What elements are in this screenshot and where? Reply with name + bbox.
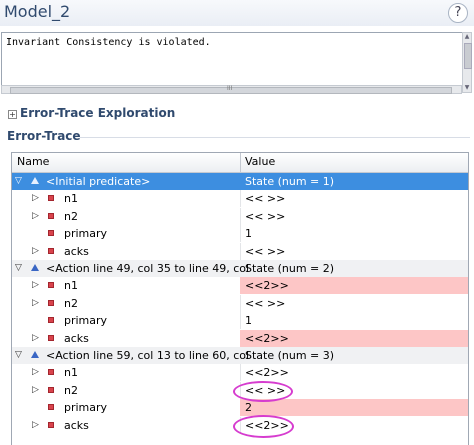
table-row-variable[interactable]: ▷ n1 <<2>> <box>12 364 468 382</box>
annotation-circle <box>233 415 294 438</box>
variable-icon <box>48 421 54 428</box>
variable-value-cell: 1 <box>240 312 468 329</box>
scroll-thumb[interactable] <box>464 43 472 69</box>
state-name: <Initial predicate> <box>46 175 151 188</box>
variable-value: << >> <box>245 296 286 310</box>
table-row-variable[interactable]: primary 2 <box>12 399 468 417</box>
state-icon <box>31 264 39 271</box>
variable-icon <box>48 334 54 341</box>
state-value: State (num = 3) <box>245 349 335 362</box>
variable-value: 2 <box>245 401 252 415</box>
scroll-down-icon[interactable]: ▼ <box>463 84 471 92</box>
variable-icon <box>48 386 54 393</box>
variable-value: <<2>> <box>245 279 289 293</box>
variable-value-cell: << >> <box>240 190 468 207</box>
variable-value-cell: <<2>> <box>240 329 468 347</box>
page-title: Model_2 <box>4 2 71 21</box>
table-row-variable[interactable]: ▷ n2 << >> <box>12 294 468 312</box>
column-divider[interactable] <box>240 153 241 172</box>
variable-value-cell: << >> <box>240 208 468 225</box>
expand-arrow-icon[interactable]: ▷ <box>32 281 39 290</box>
variable-value: <<2>> <box>245 331 289 345</box>
table-row-variable[interactable]: ▷ acks <<2>> <box>12 329 468 347</box>
table-row-variable[interactable]: ▷ n1 << >> <box>12 190 468 208</box>
variable-value-cell: <<2>> <box>240 277 468 295</box>
variable-value: 1 <box>245 314 252 328</box>
state-name: <Action line 49, col 35 to line 49, col <box>46 262 250 275</box>
variable-value: << >> <box>245 244 286 258</box>
state-name: <Action line 59, col 13 to line 60, col <box>46 349 250 362</box>
table-row-state[interactable]: ▽ <Initial predicate> State (num = 1) <box>12 173 468 190</box>
annotation-circle <box>233 381 293 402</box>
state-value-cell: State (num = 1) <box>240 173 468 190</box>
state-value: State (num = 1) <box>245 175 335 188</box>
variable-value: << >> <box>245 192 286 206</box>
error-message-text: Invariant Consistency is violated. <box>6 37 211 48</box>
variable-icon <box>48 230 54 237</box>
expand-icon[interactable]: + <box>8 110 17 119</box>
table-row-state[interactable]: ▽ <Action line 49, col 35 to line 49, col… <box>12 260 468 277</box>
state-icon <box>31 177 39 184</box>
title-bar: Model_2 ? <box>0 0 474 26</box>
variable-icon <box>48 404 54 411</box>
expand-arrow-icon[interactable]: ▷ <box>32 194 39 203</box>
collapse-icon[interactable]: ▽ <box>15 264 22 273</box>
table-row-variable[interactable]: ▷ acks << >> <box>12 242 468 260</box>
table-row-variable[interactable]: primary 1 <box>12 312 468 330</box>
variable-icon <box>48 317 54 324</box>
expand-arrow-icon[interactable]: ▷ <box>32 211 39 221</box>
table-header: Name Value <box>12 153 468 173</box>
error-trace-exploration-section[interactable]: + Error-Trace Exploration <box>0 104 474 126</box>
variable-value-cell: 2 <box>240 399 468 417</box>
collapse-icon[interactable]: ▽ <box>15 351 22 360</box>
expand-arrow-icon[interactable]: ▷ <box>32 333 39 343</box>
state-icon <box>31 351 39 358</box>
expand-arrow-icon[interactable]: ▷ <box>32 246 39 256</box>
error-trace-exploration-label[interactable]: Error-Trace Exploration <box>20 106 175 120</box>
variable-icon <box>48 212 54 219</box>
error-trace-label: Error-Trace <box>7 129 81 143</box>
expand-arrow-icon[interactable]: ▷ <box>32 385 39 395</box>
message-horizontal-scrollbar[interactable]: III <box>1 85 462 94</box>
error-message-box[interactable]: Invariant Consistency is violated. <box>1 32 464 93</box>
collapse-icon[interactable]: ▽ <box>15 177 22 186</box>
variable-value-cell: << >> <box>240 295 468 312</box>
variable-value-cell: << >> <box>240 243 468 260</box>
column-header-name[interactable]: Name <box>17 155 49 168</box>
expand-arrow-icon[interactable]: ▷ <box>32 298 39 308</box>
variable-icon <box>48 299 54 306</box>
expand-arrow-icon[interactable]: ▷ <box>32 368 39 377</box>
scroll-up-icon[interactable]: ▲ <box>463 33 471 41</box>
message-vertical-scrollbar[interactable]: ▲ ▼ <box>462 32 472 93</box>
error-trace-table[interactable]: Name Value ▽ <Initial predicate> State (nu… <box>11 152 469 445</box>
variable-value: <<2>> <box>245 366 289 380</box>
variable-icon <box>48 282 54 289</box>
variable-icon <box>48 247 54 254</box>
state-value-cell: State (num = 2) <box>240 260 468 277</box>
state-value: State (num = 2) <box>245 262 335 275</box>
variable-value-cell: <<2>> <box>240 364 468 381</box>
table-row-state[interactable]: ▽ <Action line 59, col 13 to line 60, col… <box>12 347 468 364</box>
scroll-grip: III <box>227 85 233 92</box>
help-button[interactable]: ? <box>448 3 468 23</box>
column-header-value[interactable]: Value <box>245 155 275 168</box>
variable-value: 1 <box>245 227 252 241</box>
variable-icon <box>48 195 54 202</box>
table-row-variable[interactable]: ▷ n1 <<2>> <box>12 277 468 295</box>
variable-value-cell: 1 <box>240 225 468 242</box>
expand-arrow-icon[interactable]: ▷ <box>32 420 39 430</box>
table-row-variable[interactable]: ▷ n2 << >> <box>12 207 468 225</box>
variable-icon <box>48 369 54 376</box>
variable-value: << >> <box>245 209 286 223</box>
section-divider <box>80 137 470 138</box>
state-value-cell: State (num = 3) <box>240 347 468 364</box>
table-row-variable[interactable]: primary 1 <box>12 225 468 243</box>
